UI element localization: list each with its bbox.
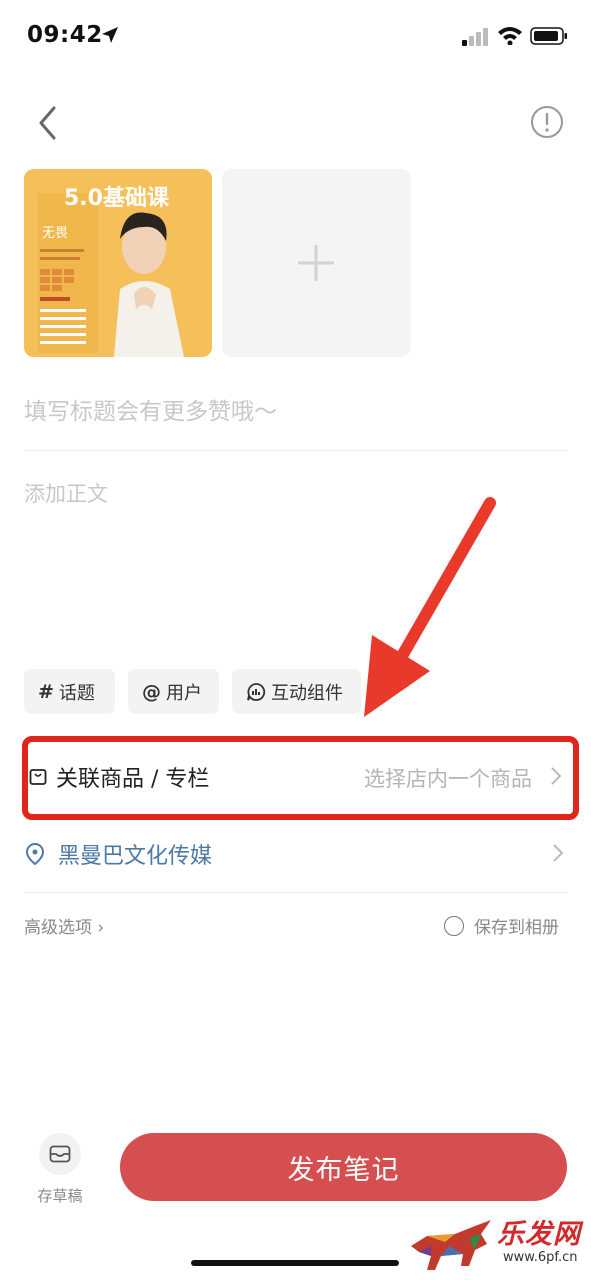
topic-chip[interactable]: # 话题 [24, 669, 115, 714]
advanced-options-label: 高级选项 [24, 918, 92, 938]
poster-title: 5.0基础课 [64, 186, 170, 211]
widget-chip-label: 互动组件 [271, 682, 343, 704]
bull-logo-icon [411, 1220, 491, 1270]
watermark: 乐发网 www.6pf.cn [405, 1212, 591, 1278]
chevron-right-icon: › [92, 918, 105, 938]
plus-icon [298, 245, 334, 281]
widget-chip[interactable]: 互动组件 [232, 669, 361, 714]
watermark-text: 乐发网 [497, 1219, 581, 1250]
save-to-album-label: 保存到相册 [474, 918, 559, 938]
location-label: 黑曼巴文化传媒 [58, 844, 213, 869]
user-chip-label: 用户 [166, 682, 202, 704]
location-arrow-icon [102, 27, 118, 43]
location-row[interactable]: 黑曼巴文化传媒 [24, 830, 568, 878]
user-chip[interactable]: @ 用户 [128, 669, 219, 714]
note-image-thumbnail[interactable]: 5.0基础课 无畏 [24, 169, 212, 357]
add-image-button[interactable] [222, 169, 411, 357]
chevron-right-icon [553, 844, 564, 862]
back-chevron-icon[interactable] [34, 104, 62, 142]
red-arrow-annotation [364, 497, 496, 717]
advanced-options-link[interactable]: 高级选项 › [24, 913, 104, 938]
poster-name: 无畏 [42, 226, 68, 241]
at-icon: @ [142, 680, 161, 703]
signal-icon [462, 28, 488, 46]
location-pin-icon [25, 842, 45, 866]
comment-icon [247, 682, 266, 701]
topic-chip-label: 话题 [58, 682, 95, 704]
body-input[interactable]: 添加正文 [24, 478, 108, 508]
draft-box-icon [49, 1145, 71, 1163]
battery-icon [530, 27, 567, 45]
poster-illustration: 5.0基础课 无畏 [24, 169, 212, 357]
hashtag-icon: # [38, 680, 54, 703]
save-draft-button[interactable]: 存草稿 [36, 1133, 84, 1206]
save-to-album-toggle[interactable]: 保存到相册 [444, 913, 559, 938]
status-time: 09:42 [27, 22, 103, 48]
draft-icon-circle [39, 1133, 81, 1175]
watermark-url: www.6pf.cn [503, 1250, 578, 1265]
divider [24, 892, 568, 893]
status-bar: 09:42 [0, 0, 591, 70]
save-draft-label: 存草稿 [37, 1187, 83, 1205]
info-icon[interactable] [530, 105, 564, 139]
highlight-box [22, 736, 579, 820]
title-input[interactable]: 填写标题会有更多赞哦～ [24, 392, 564, 426]
radio-icon[interactable] [444, 915, 464, 936]
home-indicator [191, 1260, 399, 1266]
wifi-icon [498, 27, 522, 45]
divider [24, 450, 568, 451]
publish-button[interactable]: 发布笔记 [120, 1133, 567, 1201]
